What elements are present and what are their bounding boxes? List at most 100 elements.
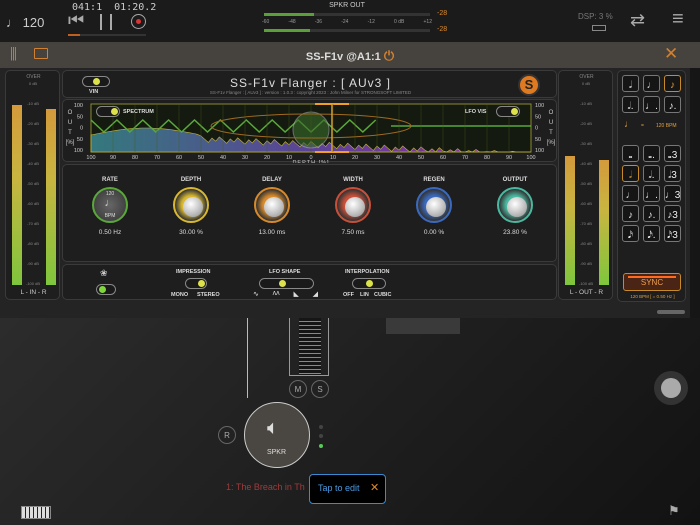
note-division-button[interactable]: ♪ — [622, 205, 639, 222]
meter-scale-label: -24 — [341, 19, 349, 25]
lfo-shape-option[interactable]: ◣ — [293, 290, 298, 298]
solo-button[interactable]: S — [311, 380, 329, 398]
note-division-button[interactable]: 𝅗𝅥. — [643, 165, 660, 182]
volume-fader[interactable] — [289, 318, 329, 376]
tooltip-text: Tap to edit — [318, 483, 360, 493]
note-division-button[interactable]: ♩3 — [664, 185, 681, 202]
meter-db-label: -20 dB — [580, 121, 592, 126]
impression-toggle[interactable] — [185, 278, 207, 289]
equals-label: = — [641, 123, 644, 129]
note-button[interactable]: 𝅗𝅥. — [622, 96, 639, 113]
close-icon[interactable]: ✕ — [370, 481, 379, 494]
input-meter-panel: OVER L - IN - R 0 dB -10 dB -20 dB -30 dB -4… — [5, 70, 60, 300]
sync-button[interactable]: SYNC — [623, 273, 681, 291]
note-division-button[interactable]: 𝅗𝅥 — [622, 165, 639, 182]
x-tick-label: 50 — [418, 155, 424, 161]
mute-button[interactable]: M — [289, 380, 307, 398]
y-tick-right: 50 — [535, 114, 541, 120]
rewind-icon[interactable]: ⏮ — [68, 10, 84, 31]
pause-icon[interactable] — [100, 14, 112, 30]
track-name[interactable]: 1: The Breach in Th — [226, 482, 305, 492]
record-button[interactable] — [131, 14, 146, 29]
meter-db-label: -20 dB — [27, 121, 39, 126]
knob-label-regen: REGEN — [423, 177, 445, 183]
knob-label-rate: RATE — [102, 177, 118, 183]
note-division-button[interactable]: ♩. — [643, 185, 660, 202]
meter-db-label: -90 dB — [27, 261, 39, 266]
interpolation-selector[interactable] — [352, 278, 386, 289]
note-division-button[interactable]: ♪. — [643, 205, 660, 222]
note-button[interactable]: ♪ — [664, 75, 681, 92]
output-knob[interactable] — [497, 187, 533, 223]
meter-scale-label: +12 — [423, 19, 432, 25]
peak-right: -28 — [437, 26, 448, 33]
note-icon: ♩ — [624, 119, 634, 130]
over-label: OVER — [579, 74, 594, 80]
peak-left: -28 — [437, 10, 448, 17]
note-division-button[interactable]: ♩ — [622, 185, 639, 202]
y-tick-left: 50 — [77, 114, 83, 120]
spectrum-toggle[interactable] — [96, 106, 120, 117]
meter-db-label: 0 dB — [581, 81, 591, 86]
note-division-button[interactable]: 𝅗𝅥3 — [664, 165, 681, 182]
lfo-shape-option[interactable]: ◢ — [313, 290, 318, 298]
x-tick-label: 70 — [462, 155, 468, 161]
note-button[interactable]: ♩. — [643, 96, 660, 113]
out-axis-label-right: U — [549, 120, 553, 126]
note-division-button[interactable]: 𝅘𝅥𝅯3 — [664, 225, 681, 242]
depth-handle-top[interactable] — [315, 103, 349, 105]
lfo-vis-toggle[interactable] — [496, 106, 520, 117]
knob-value-depth: 30.00 % — [179, 229, 203, 236]
knob-cap — [264, 197, 284, 217]
interp-lin[interactable]: LIN — [360, 292, 369, 298]
knob-value-rate: 0.50 Hz — [98, 229, 122, 236]
battery-icon — [592, 25, 606, 31]
out-axis-label-right: O — [549, 110, 554, 116]
meter-db-label: -80 dB — [580, 241, 592, 246]
lfo-shape-selector[interactable] — [259, 278, 314, 289]
scroll-handle[interactable] — [657, 310, 685, 314]
regen-knob[interactable] — [416, 187, 452, 223]
out-axis-label-right: [%] — [547, 140, 556, 146]
x-tick-label: 50 — [198, 155, 204, 161]
delay-knob[interactable] — [254, 187, 290, 223]
interp-cubic[interactable]: CUBIC — [374, 292, 391, 298]
routing-icon[interactable]: ⇄ — [630, 10, 645, 31]
bypass-toggle[interactable] — [96, 284, 116, 295]
menu-icon[interactable]: ≡ — [672, 9, 684, 29]
depth-handle-bottom[interactable] — [315, 151, 349, 153]
lfo-shape-option[interactable]: ʌʌ — [273, 290, 280, 298]
tempo-display[interactable]: ♩ 120 — [6, 15, 44, 30]
depth-knob[interactable] — [173, 187, 209, 223]
assistive-button[interactable] — [654, 371, 688, 405]
rate-knob[interactable]: 120 ♩ BPM — [92, 187, 128, 223]
note-division-button[interactable]: 𝅝3 — [664, 145, 681, 162]
strongsoft-logo: S — [518, 74, 540, 96]
note-button[interactable]: 𝅗𝅥 — [622, 75, 639, 92]
note-division-button[interactable]: 𝅝 — [622, 145, 639, 162]
meter-db-label: -30 dB — [27, 141, 39, 146]
note-division-button[interactable]: 𝅘𝅥𝅯. — [643, 225, 660, 242]
panel-block — [386, 318, 460, 334]
interp-off[interactable]: OFF — [343, 292, 354, 298]
keyboard-icon[interactable] — [21, 506, 51, 519]
stereo-label[interactable]: STEREO — [197, 292, 220, 298]
tooltip[interactable]: Tap to edit ✕ — [309, 474, 386, 504]
close-icon[interactable]: ✕ — [664, 44, 678, 64]
note-button[interactable]: ♪. — [664, 96, 681, 113]
bookmark-icon[interactable]: ⚑ — [668, 503, 680, 519]
note-division-button[interactable]: 𝅘𝅥𝅯 — [622, 225, 639, 242]
output-meter-right — [599, 159, 609, 285]
note-division-button[interactable]: ♪3 — [664, 205, 681, 222]
mono-label[interactable]: MONO — [171, 292, 188, 298]
out-axis-label: T — [68, 130, 72, 136]
meter-title: SPKR OUT — [329, 2, 365, 9]
note-button[interactable]: ♩ — [643, 75, 660, 92]
record-arm-button[interactable]: R — [218, 426, 236, 444]
power-icon[interactable]: ⏻ — [384, 48, 394, 63]
note-division-button[interactable]: 𝅝. — [643, 145, 660, 162]
lfo-shape-option[interactable]: ∿ — [253, 290, 259, 298]
width-knob[interactable] — [335, 187, 371, 223]
dsp-usage: DSP: 3 % — [578, 12, 613, 21]
speaker-node[interactable]: 🔈︎ SPKR — [244, 402, 310, 468]
